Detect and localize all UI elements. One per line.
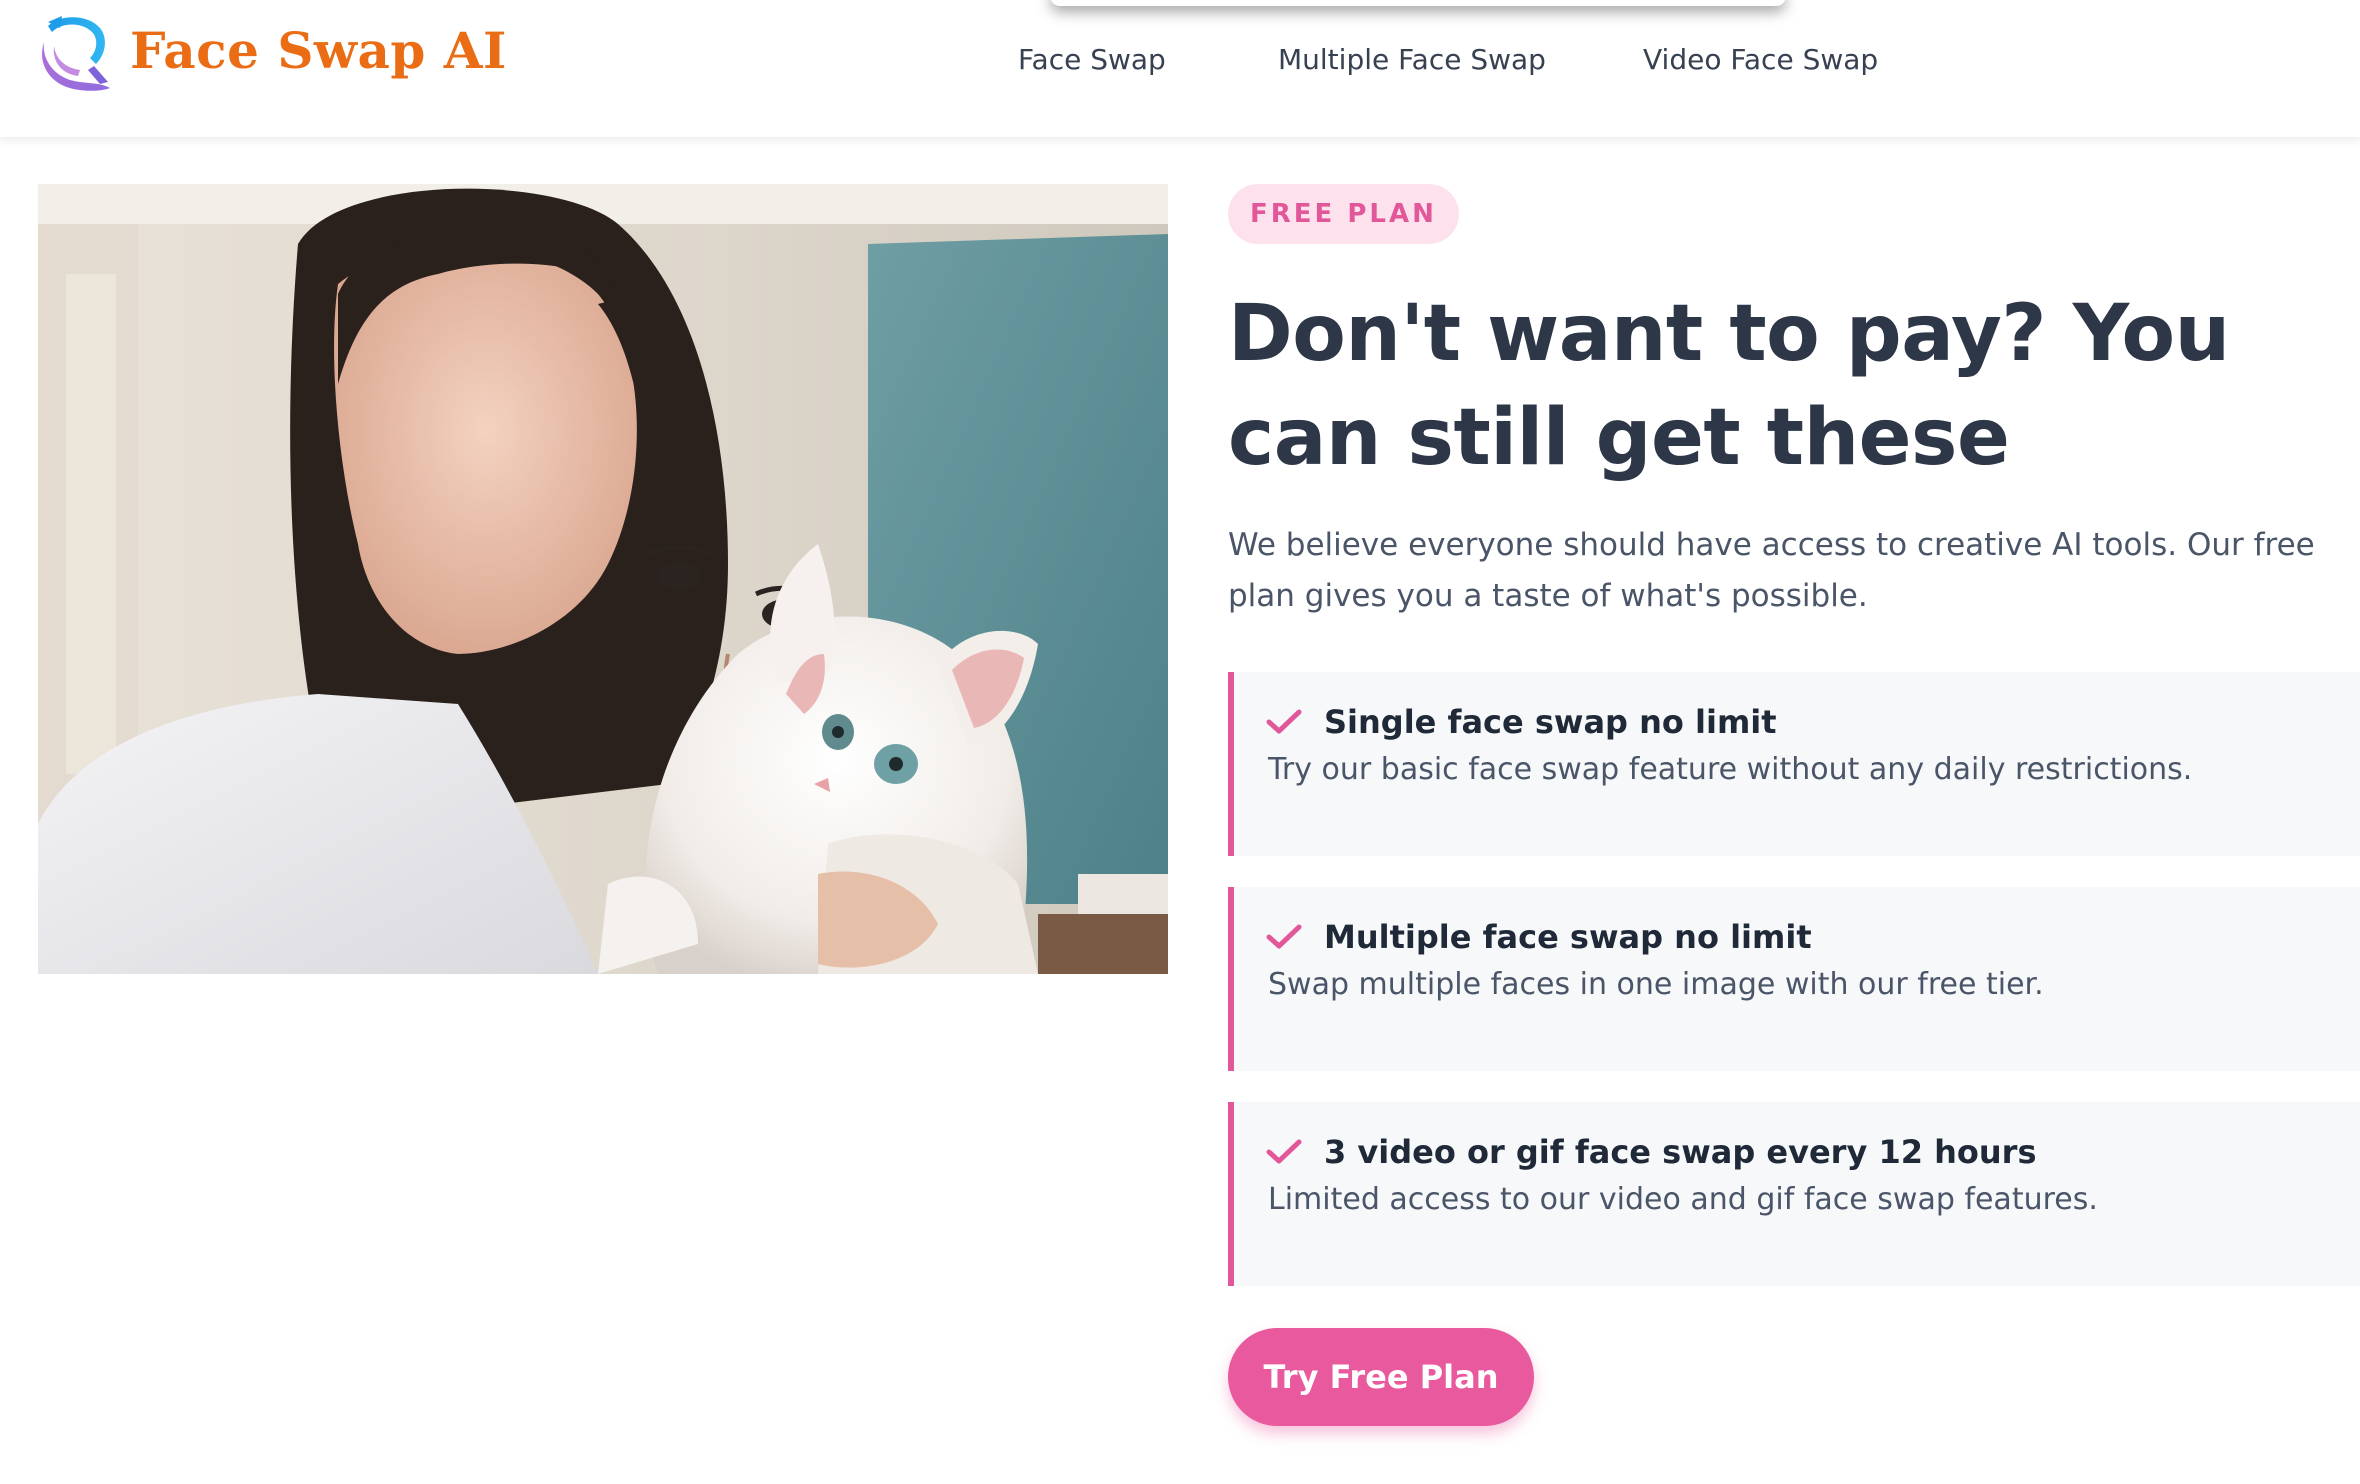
feature-description: Limited access to our video and gif face…	[1268, 1182, 2098, 1217]
page-title: Don't want to pay? You can still get the…	[1228, 289, 2230, 483]
feature-list: Single face swap no limit Try our basic …	[1228, 672, 2360, 1286]
feature-card-video-gif-swap: 3 video or gif face swap every 12 hours …	[1228, 1102, 2360, 1286]
try-free-plan-button[interactable]: Try Free Plan	[1228, 1328, 1534, 1426]
check-icon	[1266, 709, 1302, 734]
free-plan-section: FREE PLAN Don't want to pay? You can sti…	[1228, 184, 2360, 1317]
check-icon	[1266, 1139, 1302, 1164]
feature-description: Swap multiple faces in one image with ou…	[1268, 967, 2044, 1002]
feature-title: Single face swap no limit	[1324, 703, 1777, 741]
feature-card-multiple-face-swap: Multiple face swap no limit Swap multipl…	[1228, 887, 2360, 1071]
feature-title: 3 video or gif face swap every 12 hours	[1324, 1133, 2037, 1171]
feature-title: Multiple face swap no limit	[1324, 918, 1812, 956]
top-floating-bar	[1050, 0, 1786, 6]
main-nav: Face Swap Multiple Face Swap Video Face …	[0, 36, 2360, 84]
free-plan-badge: FREE PLAN	[1228, 184, 1459, 244]
hero-photo	[38, 184, 1168, 974]
intro-text: We believe everyone should have access t…	[1228, 527, 2315, 614]
feature-description: Try our basic face swap feature without …	[1268, 752, 2193, 787]
nav-link-video-face-swap[interactable]: Video Face Swap	[1643, 36, 1878, 84]
nav-link-multiple-face-swap[interactable]: Multiple Face Swap	[1278, 36, 1546, 84]
check-icon	[1266, 924, 1302, 949]
woman-with-cat-photo	[38, 184, 1168, 974]
nav-link-face-swap[interactable]: Face Swap	[1018, 36, 1166, 84]
site-header: Face Swap AI Face Swap Multiple Face Swa…	[0, 0, 2360, 138]
feature-card-single-face-swap: Single face swap no limit Try our basic …	[1228, 672, 2360, 856]
